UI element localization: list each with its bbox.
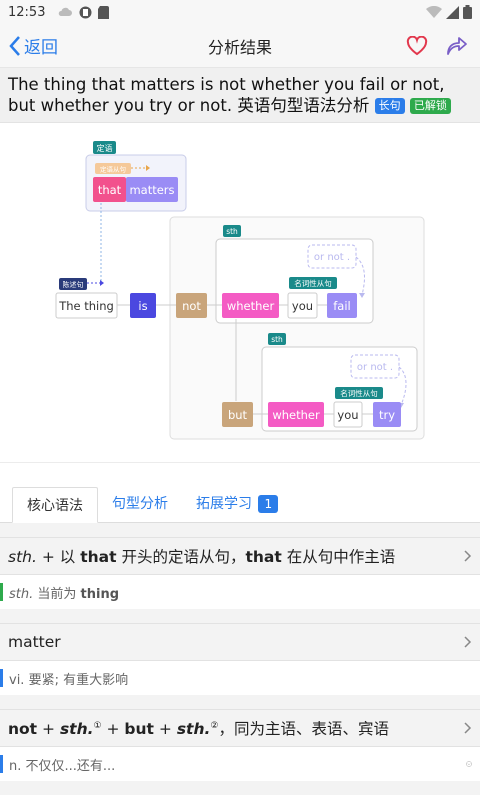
rule-detail-3: n. 不仅仅...还有... [0, 747, 480, 781]
tab-label: 拓展学习 [196, 496, 252, 512]
status-time: 12:53 [8, 4, 46, 20]
tab-label: 核心语法 [27, 498, 83, 514]
rule-detail-text: vi. 要紧; 有重大影响 [9, 672, 129, 688]
diagram-canvas: 定语 定语从句 陈述句 sth 名词性从句 sth 名词性从句 that mat… [55, 141, 425, 440]
chevron-right-icon [464, 636, 472, 648]
top-bar: 返回 分析结果 [0, 24, 480, 68]
spacer [0, 781, 480, 795]
word-whether-2: whether [272, 408, 320, 422]
back-button[interactable]: 返回 [0, 33, 58, 58]
rule-detail-text: n. 不仅仅...还有... [9, 758, 116, 774]
rule-title: sth. + 以 that 开头的定语从句，that 在从句中作主语 [8, 548, 396, 566]
wifi-icon [426, 5, 442, 18]
word-that: that [98, 183, 122, 197]
spacer [0, 695, 480, 709]
rule-detail-text: sth. 当前为 thing [9, 586, 120, 602]
word-but: but [228, 408, 248, 422]
tab-bar: 核心语法 句型分析 拓展学习 1 [0, 475, 480, 523]
unlocked-tag: 已解锁 [409, 98, 451, 114]
app-icon [79, 6, 92, 18]
noun-clause-tag-1: 名词性从句 [294, 278, 332, 288]
word-matters: matters [129, 183, 174, 197]
rule-title: not + sth.① + but + sth.②，同为主语、表语、宾语 [8, 720, 389, 738]
sth-tag-1: sth [226, 227, 238, 236]
tab-label: 句型分析 [112, 496, 168, 512]
count-badge: 1 [258, 495, 279, 513]
indicator-bar [0, 669, 3, 687]
rule-detail-1: sth. 当前为 thing [0, 575, 480, 609]
battery-icon [463, 5, 472, 19]
rule-title: matter [8, 633, 61, 651]
word-you-1: you [292, 299, 313, 313]
word-whether-1: whether [227, 299, 275, 313]
cloud-icon [59, 7, 73, 16]
indicator-bar [0, 583, 3, 601]
spacer [0, 523, 480, 537]
rule-header-2[interactable]: matter [0, 623, 480, 661]
word-try: try [379, 408, 395, 422]
chevron-left-icon [9, 35, 20, 56]
chevron-right-icon [464, 550, 472, 562]
tab-extended-learning[interactable]: 拓展学习 1 [182, 486, 292, 522]
attr-clause-tag: 定语从句 [100, 165, 126, 174]
chevron-right-icon [464, 722, 472, 734]
word-not: not [182, 299, 201, 313]
rule-detail-2: vi. 要紧; 有重大影响 [0, 661, 480, 695]
expand-icon[interactable] [466, 757, 480, 771]
back-label: 返回 [24, 38, 58, 58]
status-bar: 12:53 [0, 0, 480, 24]
tab-core-grammar[interactable]: 核心语法 [12, 487, 98, 523]
ornot-1: or not . [314, 252, 350, 263]
attr-tag: 定语 [97, 143, 113, 153]
sth-tag-2: sth [271, 335, 283, 344]
indicator-bar [0, 755, 3, 773]
share-icon[interactable] [446, 36, 468, 56]
spacer [0, 609, 480, 623]
long-sentence-tag: 长句 [374, 98, 405, 114]
rule-header-1[interactable]: sth. + 以 that 开头的定语从句，that 在从句中作主语 [0, 537, 480, 575]
ornot-2: or not . [357, 362, 393, 373]
tab-sentence-analysis[interactable]: 句型分析 [98, 486, 182, 522]
rule-header-3[interactable]: not + sth.① + but + sth.②，同为主语、表语、宾语 [0, 709, 480, 747]
heart-icon[interactable] [406, 35, 428, 56]
word-the-thing: The thing [58, 299, 114, 313]
signal-icon [446, 5, 459, 19]
decl-tag: 陈述句 [63, 280, 84, 289]
sentence-header: The thing that matters is not whether yo… [0, 68, 480, 123]
word-is: is [138, 299, 147, 313]
sdcard-icon [98, 5, 110, 19]
sentence-diagram: 定语 定语从句 陈述句 sth 名词性从句 sth 名词性从句 that mat… [0, 123, 480, 463]
noun-clause-tag-2: 名词性从句 [340, 388, 378, 398]
word-fail: fail [333, 299, 351, 313]
word-you-2: you [337, 408, 358, 422]
